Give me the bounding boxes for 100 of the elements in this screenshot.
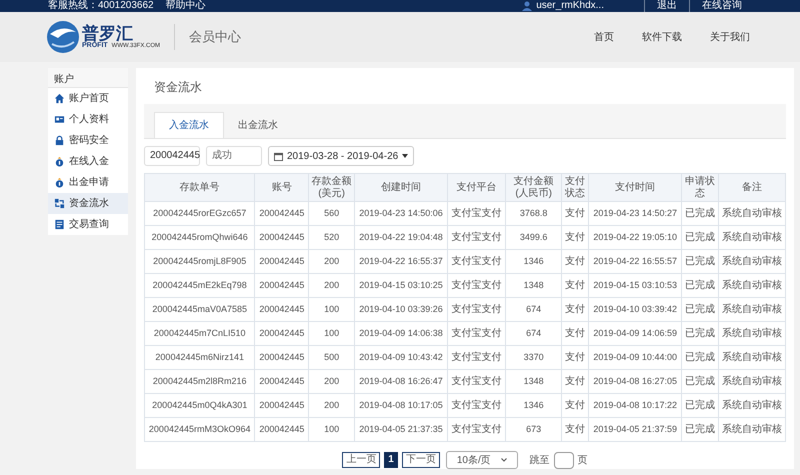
table-cell: 2019-04-15 03:10:25 (354, 274, 448, 298)
table-cell: 系统自动审核 (718, 370, 786, 394)
table-cell: 支付宝支付 (448, 226, 506, 250)
sidebar-item[interactable]: 资金流水 (48, 193, 128, 214)
table-cell: 200042445romjL8F905 (144, 250, 255, 274)
table-cell: 支付宝支付 (448, 322, 506, 346)
table-cell: 系统自动审核 (718, 250, 786, 274)
table-cell: 200042445 (254, 418, 309, 442)
table-cell: 已完成 (682, 322, 718, 346)
table-cell: 支付 (562, 418, 589, 442)
table-cell: 2019-04-23 14:50:06 (354, 202, 448, 226)
table-cell: 2019-04-22 19:05:10 (588, 226, 682, 250)
column-header: 支付金额(人民币) (506, 174, 562, 202)
table-cell: 200042445 (254, 394, 309, 418)
table-cell: 支付 (562, 298, 589, 322)
table-cell: 已完成 (682, 394, 718, 418)
logo-name: 普罗汇 (82, 25, 133, 42)
table-cell: 系统自动审核 (718, 394, 786, 418)
table-cell: 674 (506, 322, 562, 346)
column-header: 支付平台 (448, 174, 506, 202)
sidebar-title: 账户 (48, 68, 128, 88)
table-cell: 100 (308, 418, 354, 442)
column-header: 申请状态 (682, 174, 718, 202)
page-size-select[interactable]: 10条/页 (446, 451, 518, 469)
account-field[interactable]: 200042445 (144, 146, 200, 166)
table-cell: 系统自动审核 (718, 274, 786, 298)
section-title: 会员中心 (189, 28, 242, 46)
page-suffix: 页 (578, 454, 588, 468)
table-cell: 200042445maV0A7585 (144, 298, 255, 322)
table-cell: 支付宝支付 (448, 202, 506, 226)
table-cell: 系统自动审核 (718, 322, 786, 346)
table-cell: 500 (308, 346, 354, 370)
status-field[interactable]: 成功 (206, 146, 262, 166)
username-text[interactable]: user_rmKhdx... (536, 0, 604, 12)
table-cell: 2019-04-05 21:37:59 (588, 418, 682, 442)
table-cell: 1346 (506, 250, 562, 274)
page-number-button[interactable]: 1 (384, 452, 398, 468)
date-range-field[interactable]: 2019-03-28 - 2019-04-26 (268, 146, 414, 166)
table-cell: 2019-04-08 10:17:05 (354, 394, 448, 418)
page-title: 资金流水 (153, 79, 203, 96)
table-cell: 200042445 (254, 226, 309, 250)
table-cell: 2019-04-09 14:06:59 (588, 322, 682, 346)
table-cell: 200042445 (254, 322, 309, 346)
tab[interactable]: 入金流水 (154, 112, 224, 138)
table-cell: 支付宝支付 (448, 250, 506, 274)
table-cell: 2019-04-22 19:04:48 (354, 226, 448, 250)
user-icon (522, 1, 532, 11)
column-header: 支付状态 (562, 174, 589, 202)
column-header: 创建时间 (354, 174, 448, 202)
column-header: 存款金额(美元) (308, 174, 354, 202)
calendar-icon (274, 152, 283, 160)
table-cell: 支付 (562, 322, 589, 346)
table-cell: 支付宝支付 (448, 394, 506, 418)
table-cell: 2019-04-10 03:39:42 (588, 298, 682, 322)
table-cell: 200042445 (254, 370, 309, 394)
table-cell: 200 (308, 394, 354, 418)
table-cell: 2019-04-22 16:55:57 (588, 250, 682, 274)
table-cell: 已完成 (682, 274, 718, 298)
table-cell: 520 (308, 226, 354, 250)
transfer-icon (54, 198, 65, 209)
table-cell: 已完成 (682, 226, 718, 250)
table-cell: 3768.8 (506, 202, 562, 226)
table-cell: 673 (506, 418, 562, 442)
table-cell: 200042445m6Nirz141 (144, 346, 255, 370)
nav-link[interactable]: 软件下载 (642, 30, 682, 44)
table-cell: 3499.6 (506, 226, 562, 250)
ledger-icon (54, 219, 65, 230)
table-cell: 2019-04-08 16:26:47 (354, 370, 448, 394)
table-cell: 2019-04-08 10:17:22 (588, 394, 682, 418)
table-cell: 支付 (562, 274, 589, 298)
page-jump-input[interactable] (554, 452, 574, 468)
column-header: 支付时间 (588, 174, 682, 202)
caret-icon (402, 154, 408, 158)
table-cell: 支付 (562, 202, 589, 226)
table-cell: 200042445 (254, 346, 309, 370)
table-cell: 已完成 (682, 202, 718, 226)
table-cell: 560 (308, 202, 354, 226)
table-cell: 3370 (506, 346, 562, 370)
nav-link[interactable]: 关于我们 (710, 30, 750, 44)
table-cell: 支付宝支付 (448, 370, 506, 394)
id-card-icon (54, 114, 65, 125)
prev-page-button[interactable]: 上一页 (342, 452, 380, 468)
table-cell: 1346 (506, 394, 562, 418)
table-cell: 200042445romQhwi646 (144, 226, 255, 250)
table-cell: 系统自动审核 (718, 226, 786, 250)
table-cell: 已完成 (682, 250, 718, 274)
table-cell: 2019-04-10 03:39:26 (354, 298, 448, 322)
column-header: 存款单号 (144, 174, 255, 202)
table-cell: 100 (308, 322, 354, 346)
nav-link[interactable]: 首页 (594, 30, 614, 44)
home-icon (54, 93, 65, 104)
table-cell: 674 (506, 298, 562, 322)
table-cell: 支付宝支付 (448, 298, 506, 322)
next-page-button[interactable]: 下一页 (402, 452, 440, 468)
table-cell: 200042445 (254, 250, 309, 274)
table-cell: 200042445mE2kEq798 (144, 274, 255, 298)
table-cell: 已完成 (682, 346, 718, 370)
table-cell: 200042445rorEGzc657 (144, 202, 255, 226)
table-cell: 200042445 (254, 298, 309, 322)
tab[interactable]: 出金流水 (224, 112, 292, 138)
